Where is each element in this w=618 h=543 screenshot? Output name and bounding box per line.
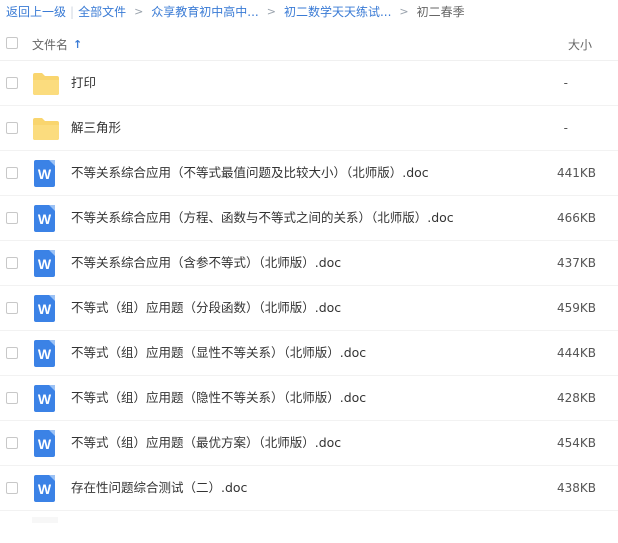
folder-row[interactable]: 解三角形 - <box>0 106 618 151</box>
file-name-link[interactable]: 不等式（组）应用题（隐性不等关系）（北师版）.doc <box>71 389 366 407</box>
file-size: 459KB <box>556 301 596 315</box>
word-doc-icon[interactable]: W <box>32 205 60 233</box>
word-glyph: W <box>37 165 52 182</box>
word-doc-icon[interactable]: W <box>32 295 60 323</box>
word-doc-icon[interactable]: W <box>32 385 60 413</box>
file-size: 466KB <box>556 211 596 225</box>
breadcrumb-item[interactable]: 众享教育初中高中... <box>151 3 258 21</box>
breadcrumb-divider: | <box>70 5 75 19</box>
word-doc-icon[interactable]: W <box>32 250 60 278</box>
select-all-checkbox[interactable] <box>6 37 18 49</box>
file-size: 437KB <box>556 256 596 270</box>
file-row[interactable]: W 不等关系综合应用（方程、函数与不等式之间的关系）（北师版）.doc 466KB <box>0 196 618 241</box>
word-glyph: W <box>37 390 52 407</box>
name-column-label: 文件名 <box>32 38 69 52</box>
row-checkbox[interactable] <box>6 437 18 449</box>
file-name-link[interactable]: 不等关系综合应用（方程、函数与不等式之间的关系）（北师版）.doc <box>71 209 454 227</box>
file-name-link[interactable]: 不等式（组）应用题（分段函数）（北师版）.doc <box>71 299 341 317</box>
file-name-link[interactable]: 不等关系综合应用（含参不等式）（北师版）.doc <box>71 254 341 272</box>
file-row[interactable]: W 不等关系综合应用（不等式最值问题及比较大小）（北师版）.doc 441KB <box>0 151 618 196</box>
file-name-link[interactable]: 不等式（组）应用题（显性不等关系）（北师版）.doc <box>71 344 366 362</box>
file-list-header: 文件名 ↑ 大小 <box>0 28 618 61</box>
row-checkbox[interactable] <box>6 122 18 134</box>
row-checkbox[interactable] <box>6 212 18 224</box>
file-size: - <box>563 76 568 90</box>
partial-row-icon <box>32 517 58 523</box>
file-size: 438KB <box>556 481 596 495</box>
word-doc-icon[interactable]: W <box>32 475 60 503</box>
chevron-right-icon: > <box>399 5 409 18</box>
all-files-link[interactable]: 全部文件 <box>78 3 126 21</box>
breadcrumb-current: 初二春季 <box>416 5 465 19</box>
file-row[interactable]: W 不等式（组）应用题（最优方案）（北师版）.doc 454KB <box>0 421 618 466</box>
back-link[interactable]: 返回上一级 <box>6 3 66 21</box>
word-glyph: W <box>37 300 52 317</box>
breadcrumb: 返回上一级 | 全部文件 > 众享教育初中高中... > 初二数学天天练试...… <box>6 3 465 21</box>
word-glyph: W <box>37 255 52 272</box>
word-doc-icon[interactable]: W <box>32 160 60 188</box>
file-name-link[interactable]: 不等关系综合应用（不等式最值问题及比较大小）（北师版）.doc <box>71 164 429 182</box>
row-checkbox[interactable] <box>6 347 18 359</box>
file-size: 428KB <box>556 391 596 405</box>
row-checkbox[interactable] <box>6 482 18 494</box>
row-checkbox[interactable] <box>6 302 18 314</box>
word-glyph: W <box>37 345 52 362</box>
file-size: - <box>563 121 568 135</box>
arrow-up-icon[interactable]: ↑ <box>73 39 82 50</box>
file-row[interactable]: W 存在性问题综合测试（二）.doc 438KB <box>0 466 618 511</box>
file-name-link[interactable]: 解三角形 <box>71 119 121 137</box>
word-glyph: W <box>37 210 52 227</box>
file-name-link[interactable]: 不等式（组）应用题（最优方案）（北师版）.doc <box>71 434 341 452</box>
word-doc-icon[interactable]: W <box>32 340 60 368</box>
size-column-header[interactable]: 大小 <box>568 36 592 53</box>
breadcrumb-item[interactable]: 初二数学天天练试... <box>284 3 391 21</box>
row-checkbox[interactable] <box>6 392 18 404</box>
file-row[interactable]: W 不等式（组）应用题（隐性不等关系）（北师版）.doc 428KB <box>0 376 618 421</box>
chevron-right-icon: > <box>134 5 144 18</box>
folder-icon[interactable] <box>32 115 60 143</box>
file-row[interactable]: W 不等关系综合应用（含参不等式）（北师版）.doc 437KB <box>0 241 618 286</box>
name-column-header[interactable]: 文件名 ↑ <box>32 36 82 53</box>
row-checkbox[interactable] <box>6 77 18 89</box>
file-name-link[interactable]: 存在性问题综合测试（二）.doc <box>71 479 247 497</box>
file-size: 454KB <box>556 436 596 450</box>
word-glyph: W <box>37 480 52 497</box>
chevron-right-icon: > <box>266 5 276 18</box>
file-name-link[interactable]: 打印 <box>71 74 96 92</box>
folder-row[interactable]: 打印 - <box>0 61 618 106</box>
row-checkbox[interactable] <box>6 257 18 269</box>
word-doc-icon[interactable]: W <box>32 430 60 458</box>
folder-icon[interactable] <box>32 70 60 98</box>
word-glyph: W <box>37 435 52 452</box>
row-checkbox[interactable] <box>6 167 18 179</box>
file-row[interactable]: W 不等式（组）应用题（显性不等关系）（北师版）.doc 444KB <box>0 331 618 376</box>
file-row[interactable]: W 不等式（组）应用题（分段函数）（北师版）.doc 459KB <box>0 286 618 331</box>
file-size: 441KB <box>556 166 596 180</box>
file-size: 444KB <box>556 346 596 360</box>
file-list: 打印 - 解三角形 - W 不等关系综合应用（不等式最值问题及比较大小）（北师版）.doc… <box>0 61 618 511</box>
